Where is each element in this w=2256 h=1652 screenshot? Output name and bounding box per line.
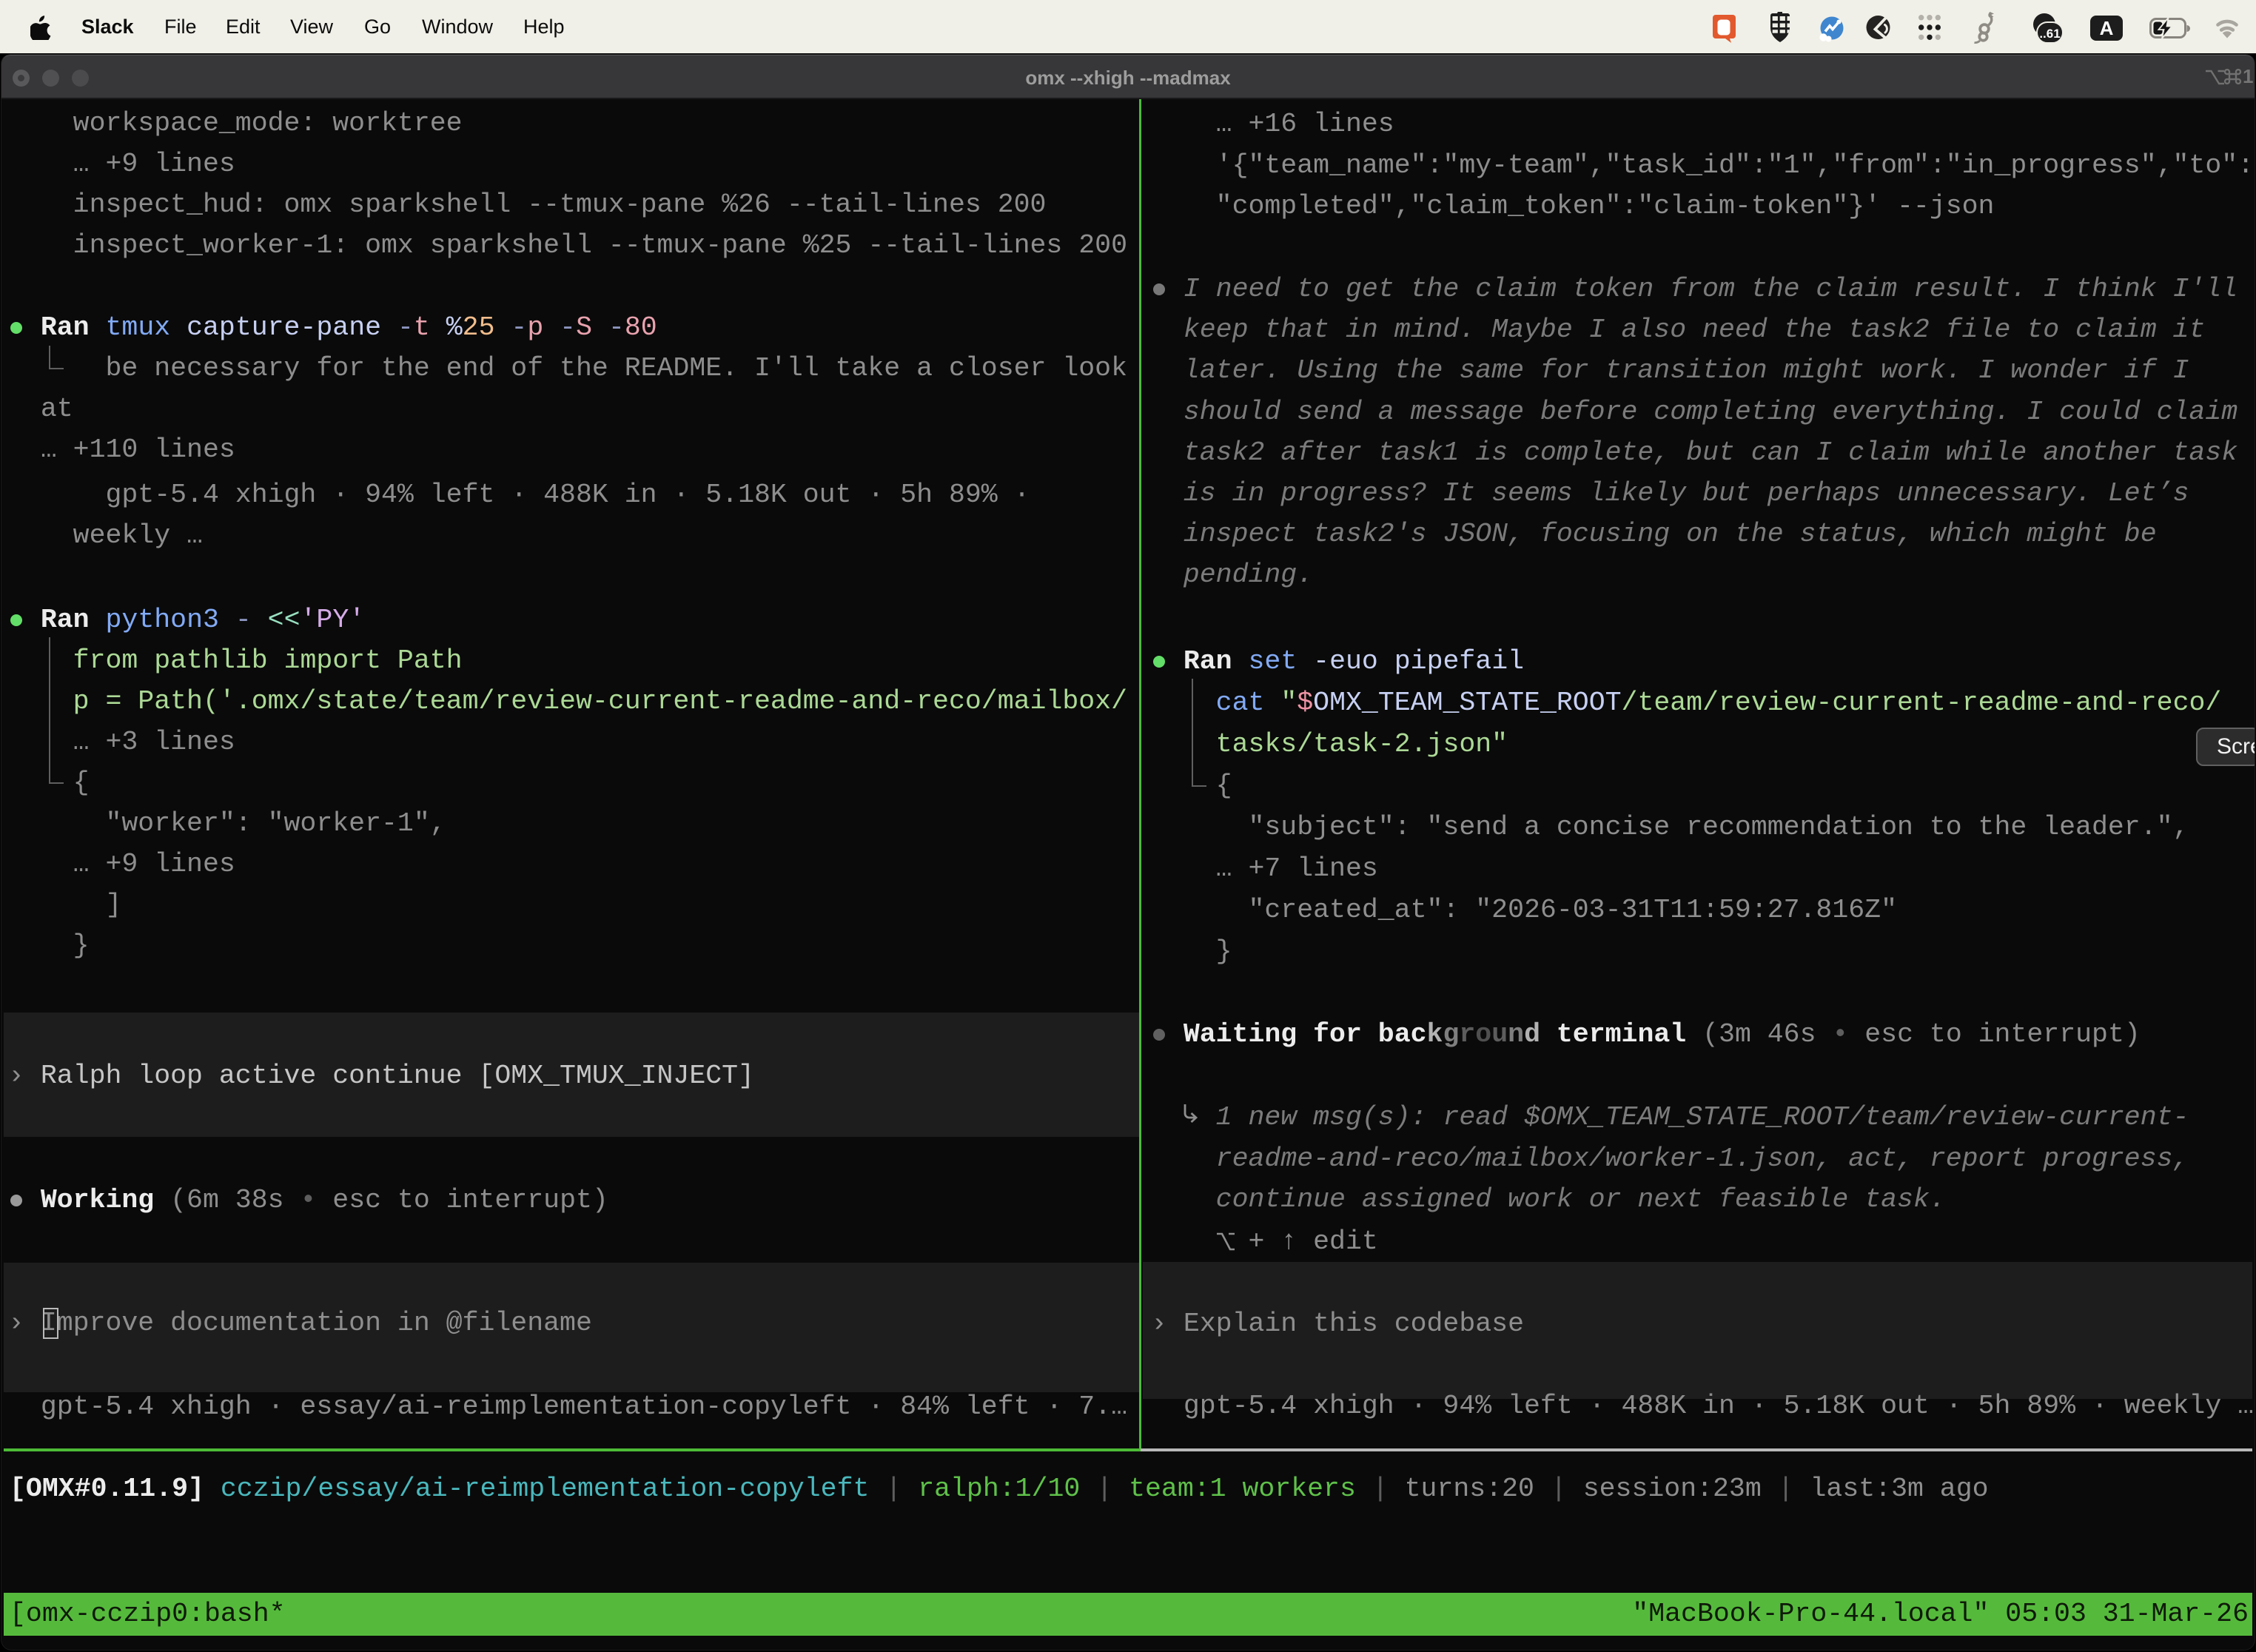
svg-text:..61: ..61 [2039,27,2060,41]
